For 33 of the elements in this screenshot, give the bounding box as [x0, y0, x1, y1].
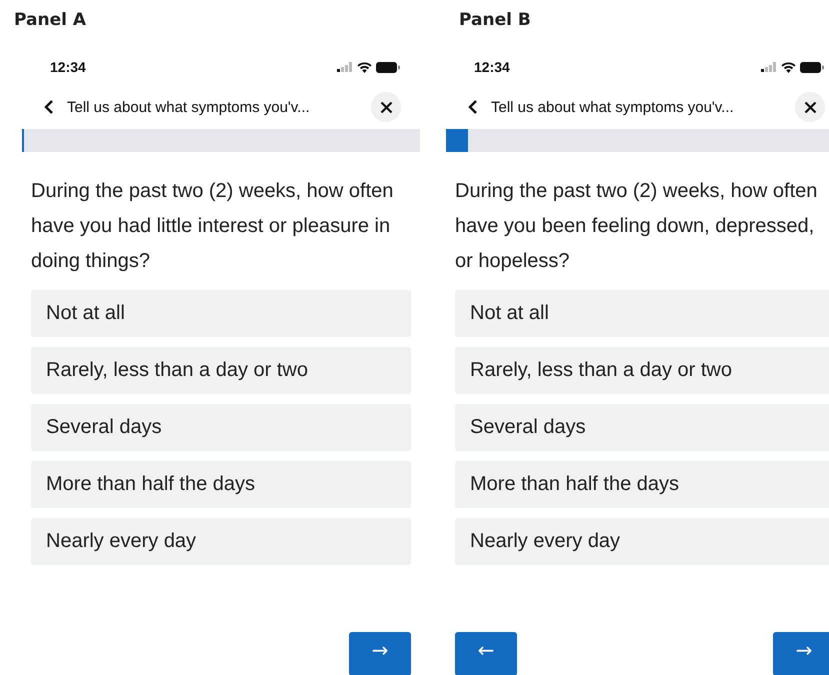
status-time: 12:34 — [474, 59, 510, 75]
close-icon — [380, 100, 392, 114]
answer-option[interactable]: Nearly every day — [455, 518, 829, 565]
answer-option[interactable]: Several days — [31, 404, 411, 451]
answer-option[interactable]: Not at all — [455, 290, 829, 337]
battery-icon — [376, 62, 400, 72]
question-text: During the past two (2) weeks, how often have you been feeling down, depressed, or hopeless? — [455, 179, 818, 274]
panel-title: Panel B — [458, 9, 531, 32]
answer-option[interactable]: Several days — [455, 404, 829, 451]
answer-option[interactable]: Nearly every day — [31, 518, 411, 565]
question-text: During the past two (2) weeks, how often have you had little interest or pleasure in doing things? — [31, 179, 394, 274]
wifi-icon — [781, 62, 796, 72]
panel-title: Panel A — [14, 9, 86, 32]
next-arrow-button[interactable]: → — [349, 632, 411, 675]
back-arrow-button[interactable]: ← — [455, 632, 517, 675]
close-button[interactable] — [371, 92, 401, 122]
chevron-left-icon — [468, 99, 478, 115]
battery-icon — [800, 62, 824, 72]
screen-title: Tell us about what symptoms you'v... — [491, 98, 735, 116]
next-arrow-button[interactable]: → — [773, 632, 829, 675]
answer-option[interactable]: More than half the days — [455, 461, 829, 508]
answer-option[interactable]: Not at all — [31, 290, 411, 337]
signal-icon — [337, 62, 353, 72]
answer-option[interactable]: More than half the days — [31, 461, 411, 508]
answer-option[interactable]: Rarely, less than a day or two — [455, 347, 829, 394]
chevron-left-icon — [44, 99, 54, 115]
signal-icon — [761, 62, 777, 72]
close-button[interactable] — [795, 92, 825, 122]
status-time: 12:34 — [50, 59, 86, 75]
wifi-icon — [357, 62, 372, 72]
close-icon — [804, 100, 816, 114]
screen-title: Tell us about what symptoms you'v... — [67, 98, 311, 116]
answer-option[interactable]: Rarely, less than a day or two — [31, 347, 411, 394]
